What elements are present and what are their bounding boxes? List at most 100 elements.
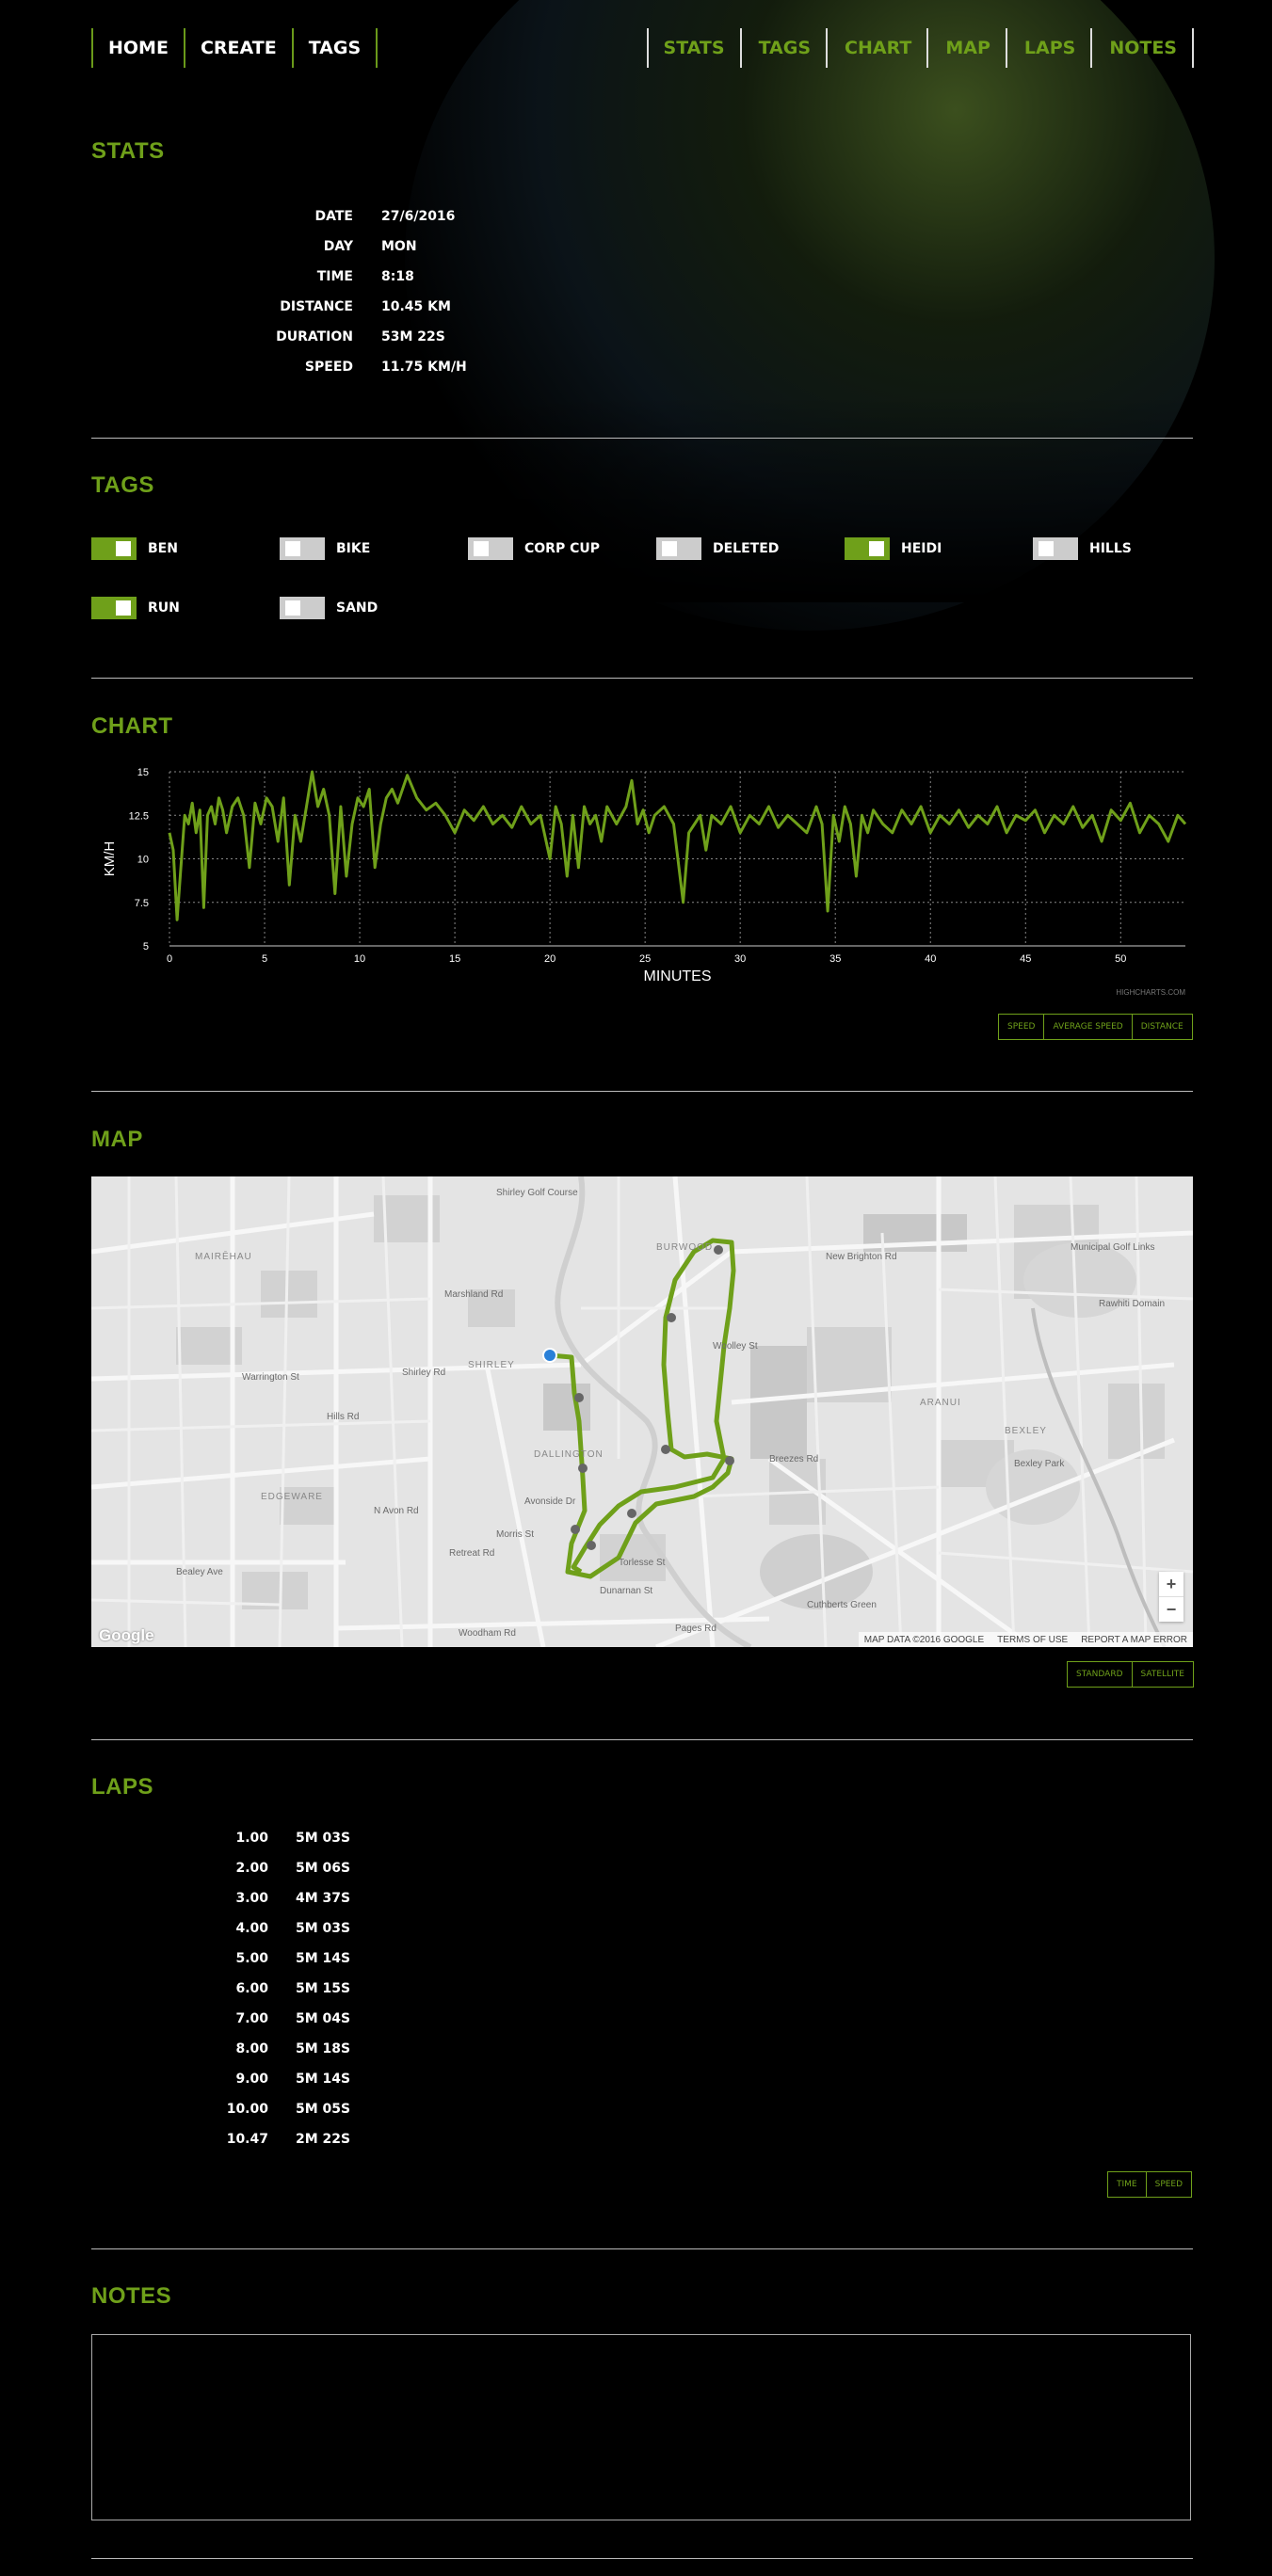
stat-value: 27/6/2016 (381, 209, 456, 224)
lap-time: 5M 03S (296, 1831, 351, 1846)
x-tick-label: 25 (639, 953, 651, 965)
notes-textarea[interactable] (91, 2334, 1191, 2520)
chart-buttons: SPEED AVERAGE SPEED DISTANCE (998, 1014, 1193, 1040)
map-label: Hills Rd (327, 1412, 360, 1422)
stats-row: DAY MON (226, 239, 697, 267)
nav-laps[interactable]: LAPS (1007, 28, 1093, 68)
nav-map[interactable]: MAP (928, 28, 1007, 68)
lap-row: 2.00 5M 06S (91, 1861, 468, 1889)
lap-number: 3.00 (235, 1891, 268, 1906)
tag-toggle-ben[interactable]: BEN (91, 536, 178, 561)
tag-toggle-deleted[interactable]: DELETED (656, 536, 779, 561)
tag-label: RUN (148, 600, 180, 616)
average-speed-button[interactable]: AVERAGE SPEED (1044, 1014, 1133, 1040)
terms-of-use-link[interactable]: TERMS OF USE (997, 1635, 1068, 1645)
x-tick-label: 30 (734, 953, 746, 965)
nav-home[interactable]: HOME (91, 28, 185, 68)
tag-toggle-sand[interactable]: SAND (280, 596, 378, 620)
lap-row: 5.00 5M 14S (91, 1951, 468, 1979)
tag-label: DELETED (713, 541, 780, 556)
speed-button[interactable]: SPEED (998, 1014, 1045, 1040)
map-data-credit: MAP DATA ©2016 GOOGLE (863, 1634, 985, 1645)
stat-label: DISTANCE (280, 299, 353, 314)
tag-toggle-bike[interactable]: BIKE (280, 536, 370, 561)
tag-toggle-heidi[interactable]: HEIDI (845, 536, 942, 561)
stat-value: 8:18 (381, 269, 414, 284)
nav-section-tags[interactable]: TAGS (742, 28, 829, 68)
toggle-switch[interactable] (656, 537, 701, 560)
map-label: Avonside Dr (524, 1496, 576, 1507)
stats-row: SPEED 11.75 KM/H (226, 360, 697, 388)
toggle-switch[interactable] (845, 537, 890, 560)
map-label: MAIRĒHAU (195, 1252, 252, 1262)
toggle-switch[interactable] (91, 537, 137, 560)
tag-label: BIKE (336, 541, 371, 556)
nav-tags[interactable]: TAGS (294, 28, 378, 68)
speed-series-line (168, 770, 1187, 921)
report-map-error-link[interactable]: REPORT A MAP ERROR (1081, 1635, 1187, 1645)
toggle-switch[interactable] (280, 537, 325, 560)
toggle-switch[interactable] (468, 537, 513, 560)
map-label: ARANUI (920, 1398, 961, 1408)
highcharts-credit: HIGHCHARTS.COM (1116, 988, 1185, 997)
zoom-in-button[interactable]: + (1159, 1572, 1183, 1596)
laps-title: LAPS (91, 1774, 154, 1800)
map-zoom-control: + − (1159, 1572, 1183, 1622)
tag-toggle-run[interactable]: RUN (91, 596, 180, 620)
map-label: Dunarnan St (600, 1586, 653, 1596)
lap-speed-button[interactable]: SPEED (1146, 2171, 1193, 2198)
standard-button[interactable]: STANDARD (1067, 1661, 1133, 1688)
lap-time: 5M 15S (296, 1981, 351, 1996)
x-tick-label: 45 (1020, 953, 1031, 965)
lap-time: 2M 22S (296, 2132, 351, 2147)
toggle-knob (116, 541, 131, 556)
stats-title: STATS (91, 138, 165, 164)
tag-toggle-hills[interactable]: HILLS (1033, 536, 1132, 561)
x-tick-label: 40 (925, 953, 936, 965)
nav-stats[interactable]: STATS (646, 28, 742, 68)
map-label: N Avon Rd (374, 1506, 419, 1516)
y-axis-label: KM/H (102, 841, 118, 877)
map-buttons: STANDARD SATELLITE (1067, 1661, 1194, 1688)
map-label: Woolley St (713, 1341, 758, 1352)
x-tick-label: 20 (544, 953, 555, 965)
map-label: BURWOOD (656, 1242, 714, 1253)
nav-chart[interactable]: CHART (828, 28, 929, 68)
satellite-button[interactable]: SATELLITE (1132, 1661, 1194, 1688)
lap-row: 9.00 5M 14S (91, 2072, 468, 2100)
map-attribution: MAP DATA ©2016 GOOGLE TERMS OF USE REPOR… (858, 1632, 1193, 1647)
tag-label: SAND (336, 600, 378, 616)
toggle-switch[interactable] (1033, 537, 1078, 560)
globe-fade (405, 395, 1252, 602)
y-tick-label: 10 (137, 855, 149, 866)
stat-label: TIME (316, 269, 353, 284)
notes-title: NOTES (91, 2283, 172, 2309)
stat-value: 11.75 KM/H (381, 360, 467, 375)
route-map[interactable]: MAIRĒHAU Shirley Golf Course BURWOOD Munici… (91, 1176, 1193, 1647)
map-label: Pages Rd (675, 1624, 717, 1634)
map-label: DALLINGTON (534, 1449, 604, 1460)
tag-label: HEIDI (901, 541, 942, 556)
x-axis-label: MINUTES (644, 968, 712, 984)
distance-button[interactable]: DISTANCE (1132, 1014, 1193, 1040)
chart-svg: 5 7.5 10 12.5 15 0 5 10 15 20 25 30 35 40 45 50 MINUTES K… (102, 767, 1187, 997)
stat-value: 10.45 KM (381, 299, 451, 314)
lap-time: 5M 14S (296, 2072, 351, 2087)
toggle-knob (285, 541, 300, 556)
lap-number: 10.00 (226, 2102, 268, 2117)
google-logo: Google (99, 1626, 154, 1644)
tag-toggle-corp-cup[interactable]: CORP CUP (468, 536, 600, 561)
zoom-out-button[interactable]: − (1159, 1596, 1183, 1622)
x-tick-label: 5 (262, 953, 267, 965)
nav-create[interactable]: CREATE (185, 28, 294, 68)
toggle-switch[interactable] (91, 597, 137, 619)
section-nav: STATS TAGS CHART MAP LAPS NOTES (646, 28, 1194, 68)
laps-buttons: TIME SPEED (1107, 2171, 1193, 2198)
lap-time: 5M 18S (296, 2041, 351, 2056)
lap-row: 7.00 5M 04S (91, 2011, 468, 2040)
y-tick-label: 7.5 (135, 898, 149, 909)
map-label: Municipal Golf Links (1071, 1242, 1155, 1253)
time-button[interactable]: TIME (1107, 2171, 1147, 2198)
nav-notes[interactable]: NOTES (1092, 28, 1194, 68)
toggle-switch[interactable] (280, 597, 325, 619)
